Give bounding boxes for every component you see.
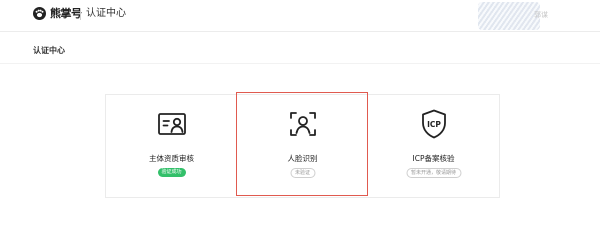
face-scan-icon	[287, 108, 319, 140]
status-badge-coming-soon: 暂未开通，敬请期待	[405, 168, 462, 178]
card-entity-qualification[interactable]: 主体资质审核 验证成功	[106, 95, 237, 197]
id-card-icon	[156, 108, 188, 140]
card-face-recognition[interactable]: 人脸识别 未验证	[237, 95, 368, 197]
section-divider	[0, 63, 600, 64]
section-title: 认证中心	[33, 46, 65, 55]
card-icp-verification[interactable]: ICP ICP备案核验 暂未开通，敬请期待	[368, 95, 499, 197]
bear-paw-logo-icon[interactable]	[33, 7, 46, 20]
status-badge-verified: 验证成功	[157, 168, 186, 177]
user-name[interactable]: 郭谋	[534, 10, 548, 20]
top-navigation-bar: 熊掌号 认证中心 郭谋	[0, 0, 600, 32]
header-page-name: 认证中心	[86, 8, 126, 19]
verification-panel: 主体资质审核 验证成功 人脸识别 未验证 ICP ICP备案核验 暂未开通，敬请…	[105, 94, 500, 198]
icp-icon-text: ICP	[427, 120, 441, 129]
brand-name[interactable]: 熊掌号	[50, 7, 82, 21]
icp-shield-icon: ICP	[418, 108, 450, 140]
card-label: 人脸识别	[287, 154, 318, 163]
status-badge-unverified: 未验证	[289, 168, 316, 178]
card-label: ICP备案核验	[412, 154, 455, 163]
card-label: 主体资质审核	[149, 154, 194, 163]
header-divider	[80, 9, 81, 20]
user-account-area[interactable]: 郭谋	[478, 2, 548, 30]
